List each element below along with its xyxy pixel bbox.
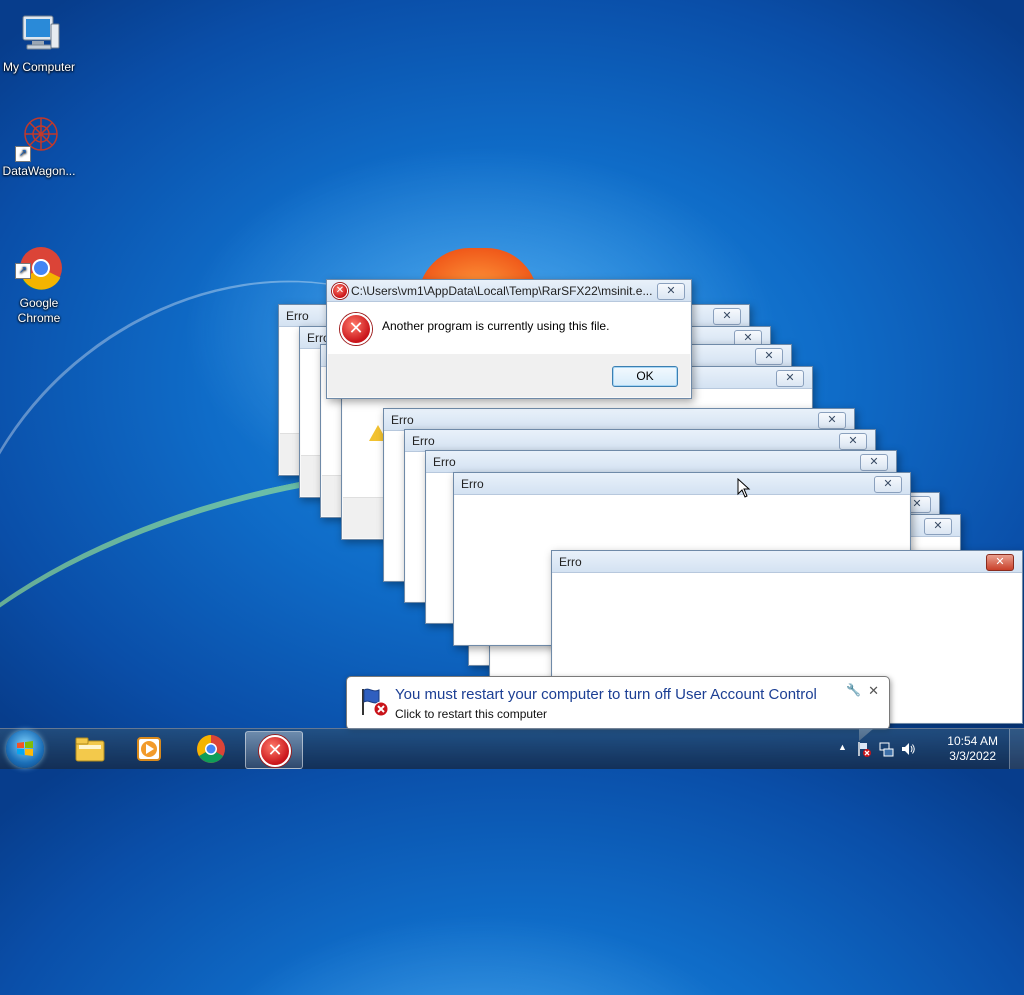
window-title: Erro	[286, 309, 309, 323]
window-title: Erro	[559, 555, 582, 569]
window-title: Erro	[391, 413, 414, 427]
close-button[interactable]: ✕	[657, 283, 685, 300]
desktop-icon-my-computer[interactable]: My Computer	[0, 10, 78, 75]
action-center-icon[interactable]	[856, 741, 872, 757]
close-button[interactable]: ✕	[818, 412, 846, 429]
volume-icon[interactable]	[900, 741, 916, 757]
system-tray: ▲ 10:54 AM 3/3/2022	[834, 729, 1024, 769]
desktop-icon-label: Google Chrome	[17, 296, 61, 325]
start-button[interactable]	[6, 730, 44, 768]
chrome-icon	[197, 735, 225, 763]
shortcut-arrow-icon: ↗	[15, 263, 31, 279]
dialog-content: ✕ Another program is currently using thi…	[328, 302, 690, 354]
title-bar[interactable]: Erro ✕	[454, 473, 910, 495]
clock-time: 10:54 AM	[947, 734, 998, 748]
error-icon: ✕	[332, 283, 348, 299]
close-button[interactable]: ✕	[924, 518, 952, 535]
action-center-flag-icon	[362, 688, 389, 717]
notification-balloon[interactable]: You must restart your computer to turn o…	[346, 676, 890, 741]
clock-date: 3/3/2022	[949, 749, 996, 763]
computer-icon	[15, 10, 63, 58]
explorer-icon	[75, 737, 105, 762]
network-icon[interactable]	[878, 741, 894, 757]
options-icon[interactable]: 🔧	[846, 683, 861, 697]
title-bar[interactable]: ✕ C:\Users\vm1\AppData\Local\Temp\RarSFX…	[327, 280, 691, 302]
close-button[interactable]: ✕	[839, 433, 867, 450]
close-button[interactable]: ✕	[755, 348, 783, 365]
close-button[interactable]: ✕	[986, 554, 1014, 571]
title-bar[interactable]: Erro ✕	[384, 409, 854, 431]
title-bar[interactable]: Erro ✕	[426, 451, 896, 473]
dialog-message: Another program is currently using this …	[382, 319, 610, 333]
window-title: Erro	[412, 434, 435, 448]
shortcut-arrow-icon: ↗	[15, 146, 31, 162]
datawagon-icon: ↗	[15, 114, 63, 162]
window-title: Erro	[433, 455, 456, 469]
desktop-icon-label: My Computer	[2, 60, 76, 74]
chrome-icon: ↗	[15, 231, 63, 290]
media-player-icon	[137, 737, 161, 761]
windows-logo-icon	[17, 741, 33, 756]
show-hidden-icons-button[interactable]: ▲	[838, 742, 847, 752]
title-bar[interactable]: Erro ✕	[405, 430, 875, 452]
mouse-cursor-icon	[737, 478, 751, 498]
taskbar-media-player-button[interactable]	[122, 731, 178, 767]
show-desktop-button[interactable]	[1009, 729, 1024, 769]
window-title: C:\Users\vm1\AppData\Local\Temp\RarSFX22…	[351, 284, 653, 298]
taskbar-error-app-button[interactable]: ✕	[245, 731, 303, 769]
main-error-dialog[interactable]: ✕ C:\Users\vm1\AppData\Local\Temp\RarSFX…	[326, 279, 692, 399]
error-app-icon: ✕	[259, 735, 291, 767]
balloon-text: Click to restart this computer	[395, 707, 548, 721]
close-button[interactable]: ✕	[860, 454, 888, 471]
clock[interactable]: 10:54 AM 3/3/2022	[947, 734, 998, 764]
close-button[interactable]: ✕	[874, 476, 902, 493]
taskbar: ✕ ▲ 10:54 AM 3/3/2022	[0, 728, 1024, 769]
close-button[interactable]: ✕	[776, 370, 804, 387]
desktop-icon-datawagon[interactable]: ↗ DataWagon...	[0, 114, 78, 179]
ok-button[interactable]: OK	[612, 366, 678, 387]
window-title: Erro	[461, 477, 484, 491]
taskbar-explorer-button[interactable]	[62, 731, 118, 767]
close-button[interactable]: ✕	[713, 308, 741, 325]
taskbar-chrome-button[interactable]	[184, 731, 240, 767]
balloon-title: You must restart your computer to turn o…	[395, 686, 817, 703]
desktop-icon-chrome[interactable]: ↗ Google Chrome	[0, 216, 78, 326]
title-bar[interactable]: Erro ✕	[552, 551, 1022, 573]
balloon-close-button[interactable]: ✕	[868, 683, 879, 699]
error-icon: ✕	[340, 313, 372, 345]
desktop-icon-label: DataWagon...	[2, 164, 76, 178]
